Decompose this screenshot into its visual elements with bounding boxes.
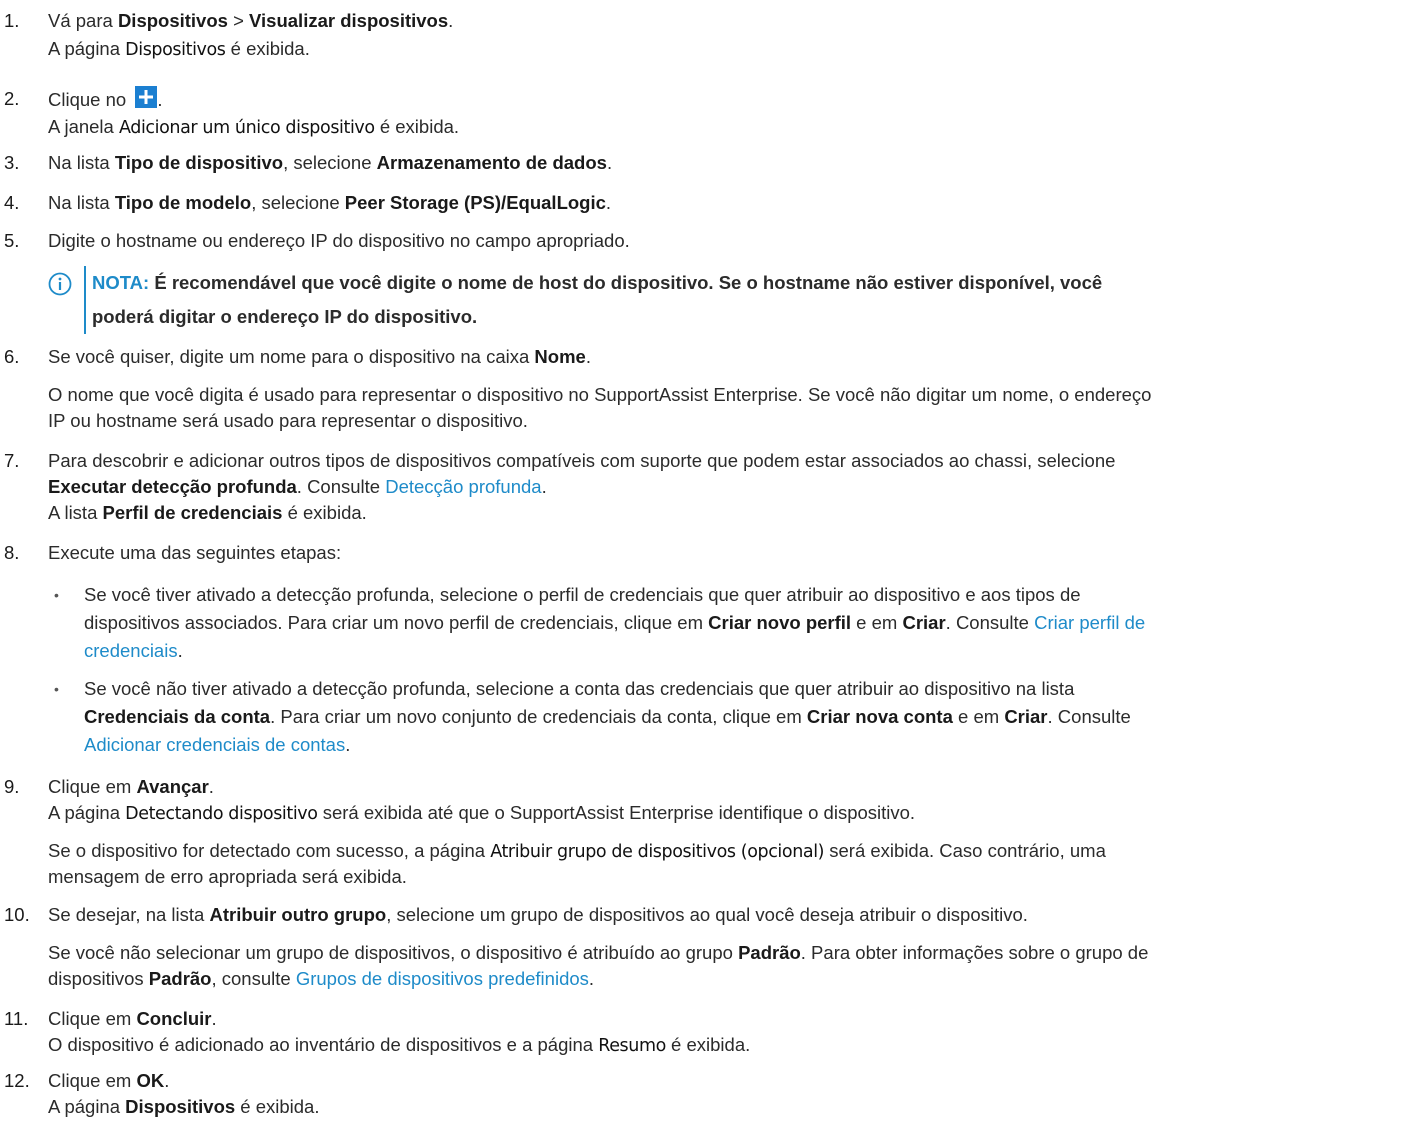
note-text: NOTA: É recomendável que você digite o n…	[92, 272, 1103, 327]
step-number: 1.	[4, 10, 20, 31]
info-circle-icon	[48, 272, 72, 296]
link-deteccao-profunda[interactable]: Detecção profunda	[385, 476, 541, 497]
bullet-marker: •	[54, 587, 59, 603]
bullet-marker: •	[54, 681, 59, 697]
link-criar-perfil[interactable]: Criar perfil de	[1034, 612, 1145, 633]
link-adicionar-credenciais[interactable]: Adicionar credenciais de contas	[84, 734, 345, 755]
note-callout: NOTA: É recomendável que você digite o n…	[48, 266, 1378, 336]
add-plus-icon	[135, 86, 158, 108]
link-grupos-predefinidos[interactable]: Grupos de dispositivos predefinidos	[296, 968, 589, 989]
note-divider	[84, 266, 86, 334]
link-criar-perfil-cont[interactable]: credenciais	[84, 640, 178, 661]
